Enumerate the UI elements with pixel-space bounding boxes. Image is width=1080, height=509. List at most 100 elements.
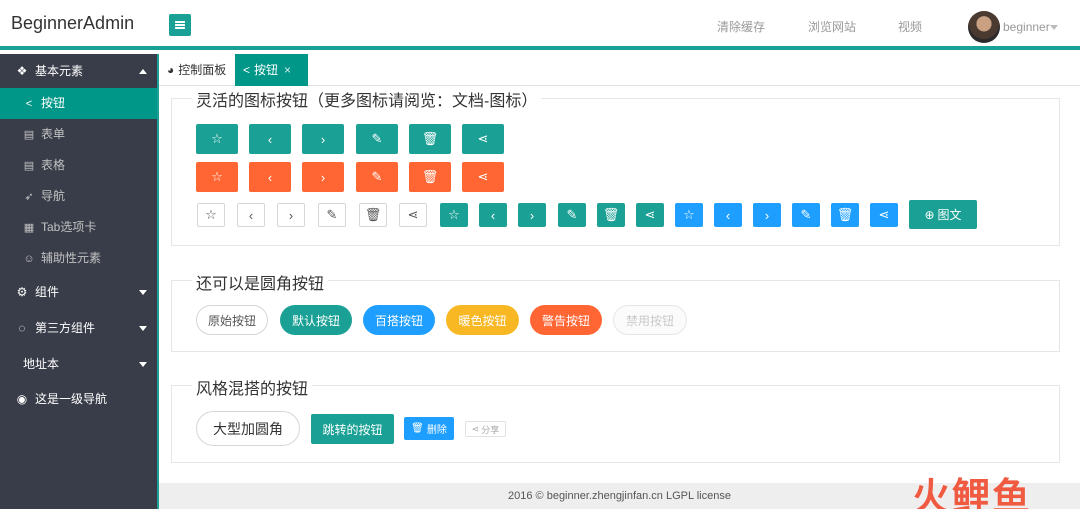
sidebar-group-label: 第三方组件 [35, 321, 96, 335]
primary-button[interactable]: 原始按钮 [196, 305, 268, 335]
next-button[interactable]: › [518, 203, 546, 227]
star-button[interactable]: ☆ [197, 203, 225, 227]
disabled-button: 禁用按钮 [613, 305, 687, 335]
circle-notch-icon: ◌ [18, 321, 26, 335]
delete-button[interactable]: 🗑 [409, 162, 451, 192]
sidebar-group-top-level[interactable]: ◉ 这是一级导航 [0, 382, 157, 416]
sidebar-group-basic[interactable]: ❖ 基本元素 [0, 54, 157, 88]
share-icon: < [25, 98, 33, 110]
share-button[interactable]: ⋖ [870, 203, 898, 227]
star-icon: ☆ [448, 207, 460, 222]
warning-button[interactable]: 警告按钮 [530, 305, 602, 335]
menu-toggle-button[interactable] [169, 14, 191, 36]
chevron-left-icon: ‹ [725, 207, 731, 223]
star-button[interactable]: ☆ [440, 203, 468, 227]
chevron-right-icon: › [320, 131, 326, 147]
pencil-icon: ✎ [371, 169, 383, 184]
share-icon: ⋖ [644, 207, 656, 222]
star-button[interactable]: ☆ [675, 203, 703, 227]
share-icon: ⋖ [407, 207, 419, 222]
default-button[interactable]: 默认按钮 [280, 305, 352, 335]
warm-button[interactable]: 暖色按钮 [446, 305, 519, 335]
next-button[interactable]: › [753, 203, 781, 227]
chevron-down-icon [139, 362, 147, 367]
share-button[interactable]: ⋖ [636, 203, 664, 227]
gears-icon: ⚙ [16, 285, 28, 299]
star-icon: ☆ [683, 207, 695, 222]
chevron-down-icon [139, 290, 147, 295]
table-icon: ▤ [23, 160, 35, 172]
main-content: 灵活的图标按钮（更多图标请阅览：文档-图标） ☆ ‹ › ✎ 🗑 ⋖ ☆ ‹ ›… [159, 86, 1080, 483]
delete-button[interactable]: 🗑 [597, 203, 625, 227]
tab-label: 按钮 [254, 63, 279, 77]
tab-label: 控制面板 [178, 63, 227, 77]
close-icon[interactable]: × [284, 63, 291, 77]
tab-dashboard[interactable]: ◕ 控制面板 [159, 54, 235, 86]
sidebar-item-label: 导航 [41, 189, 66, 203]
chevron-left-icon: ‹ [267, 131, 273, 147]
sidebar-group-label: 组件 [35, 285, 60, 299]
tab-buttons[interactable]: < 按钮 × [235, 54, 308, 86]
prev-button[interactable]: ‹ [249, 162, 291, 192]
sidebar-item-label: 表格 [41, 158, 66, 172]
normal-button[interactable]: 百搭按钮 [363, 305, 435, 335]
chevron-right-icon: › [529, 207, 535, 223]
chevron-down-icon[interactable] [1050, 25, 1058, 30]
video-link[interactable]: 视频 [898, 18, 922, 35]
share-icon: ⋖ [471, 423, 480, 434]
delete-button[interactable]: 🗑 [359, 203, 387, 227]
share-small-button[interactable]: ⋖ 分享 [465, 421, 506, 437]
sidebar-item-helpers[interactable]: ☺ 辅助性元素 [0, 243, 157, 274]
clear-cache-link[interactable]: 清除缓存 [717, 18, 765, 35]
star-button[interactable]: ☆ [196, 124, 238, 154]
chevron-right-icon: › [288, 207, 294, 223]
share-button[interactable]: ⋖ [462, 162, 504, 192]
sidebar-item-label: 按钮 [41, 96, 66, 110]
share-button[interactable]: ⋖ [462, 124, 504, 154]
next-button[interactable]: › [302, 162, 344, 192]
edit-button[interactable]: ✎ [318, 203, 346, 227]
delete-small-button[interactable]: 🗑 删除 [404, 417, 454, 440]
edit-button[interactable]: ✎ [558, 203, 586, 227]
sidebar-item-tables[interactable]: ▤ 表格 [0, 150, 157, 181]
next-button[interactable]: › [277, 203, 305, 227]
prev-button[interactable]: ‹ [479, 203, 507, 227]
form-icon: ▤ [23, 129, 35, 141]
button-label: 删除 [426, 425, 447, 436]
prev-button[interactable]: ‹ [237, 203, 265, 227]
star-icon: ☆ [211, 131, 223, 146]
share-button[interactable]: ⋖ [399, 203, 427, 227]
hamburger-icon [175, 21, 185, 29]
edit-button[interactable]: ✎ [792, 203, 820, 227]
sidebar-group-third-party[interactable]: ◌ 第三方组件 [0, 310, 157, 346]
browse-site-link[interactable]: 浏览网站 [808, 18, 856, 35]
large-round-button[interactable]: 大型加圆角 [196, 411, 300, 446]
sidebar-group-components[interactable]: ⚙ 组件 [0, 274, 157, 310]
calendar-icon: ▦ [23, 222, 35, 234]
edit-button[interactable]: ✎ [356, 162, 398, 192]
navigation-icon: ➶ [24, 191, 34, 203]
app-logo[interactable]: BeginnerAdmin [0, 0, 157, 50]
top-header: BeginnerAdmin 清除缓存 浏览网站 视频 beginner [0, 0, 1080, 50]
sidebar-group-label: 基本元素 [35, 64, 84, 78]
next-button[interactable]: › [302, 124, 344, 154]
sidebar-item-forms[interactable]: ▤ 表单 [0, 119, 157, 150]
jump-button[interactable]: 跳转的按钮 [311, 414, 394, 444]
avatar[interactable] [968, 11, 1000, 43]
chevron-right-icon: › [320, 169, 326, 185]
smile-icon: ☺ [23, 253, 35, 265]
sidebar-group-label: 地址本 [23, 357, 60, 371]
delete-button[interactable]: 🗑 [409, 124, 451, 154]
edit-button[interactable]: ✎ [356, 124, 398, 154]
sidebar-group-address-book[interactable]: 地址本 [0, 346, 157, 382]
sidebar-item-buttons[interactable]: < 按钮 [0, 88, 157, 119]
delete-button[interactable]: 🗑 [831, 203, 859, 227]
sidebar-item-navigation[interactable]: ➶ 导航 [0, 181, 157, 212]
prev-button[interactable]: ‹ [714, 203, 742, 227]
sidebar-item-tabs[interactable]: ▦ Tab选项卡 [0, 212, 157, 243]
trash-icon: 🗑 [364, 207, 382, 222]
image-text-button[interactable]: ⊕ 图文 [909, 200, 977, 229]
prev-button[interactable]: ‹ [249, 124, 291, 154]
star-button[interactable]: ☆ [196, 162, 238, 192]
user-name[interactable]: beginner [1003, 20, 1050, 34]
